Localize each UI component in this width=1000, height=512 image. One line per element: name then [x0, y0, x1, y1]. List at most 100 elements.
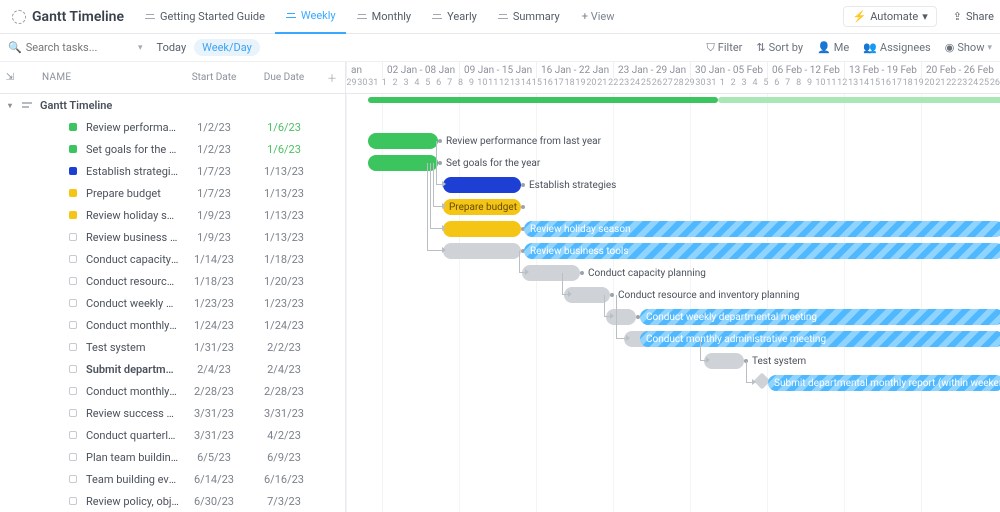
filter-button[interactable]: ⛉ Filter	[707, 41, 743, 55]
week-cell: 16 Jan - 22 Jan	[536, 62, 613, 78]
day-cell: 30	[357, 78, 368, 94]
col-start[interactable]: Start Date	[179, 72, 249, 83]
day-cell: 19	[575, 78, 586, 94]
task-row[interactable]: Conduct weekly departmental me...1/23/23…	[0, 292, 345, 314]
add-view-button[interactable]: + View	[570, 10, 627, 23]
share-button[interactable]: ⇪ Share	[947, 10, 1000, 23]
gantt-bar[interactable]: Submit departmental monthly report (with…	[768, 375, 1000, 391]
day-cell: 12	[499, 78, 510, 94]
col-name[interactable]: NAME	[20, 72, 179, 83]
task-name: Conduct quarterly performance m...	[80, 429, 179, 442]
week-cell: 09 Jan - 15 Jan	[459, 62, 536, 78]
task-row[interactable]: ▾ Gantt Timeline	[0, 94, 345, 116]
gantt-bar[interactable]: Review holiday season	[524, 221, 1000, 237]
task-row[interactable]: Conduct resource and inventory pl...1/18…	[0, 270, 345, 292]
task-row[interactable]: Review success metrics3/31/233/31/23	[0, 402, 345, 424]
day-cell: 25	[979, 78, 990, 94]
task-row[interactable]: Review holiday season1/9/231/13/23	[0, 204, 345, 226]
task-row[interactable]: Prepare budget1/7/231/13/23	[0, 182, 345, 204]
day-cell: 18	[564, 78, 575, 94]
assignees-label: Assignees	[880, 41, 931, 54]
today-button[interactable]: Today	[157, 41, 187, 54]
gantt-bar[interactable]	[443, 243, 521, 259]
task-name: Set goals for the year	[80, 143, 179, 156]
automate-label: Automate	[870, 10, 918, 23]
day-cell: 6	[433, 78, 444, 94]
weekday-toggle[interactable]: Week/Day	[194, 39, 260, 56]
chevron-down-icon[interactable]: ▾	[138, 43, 143, 53]
page-title: Gantt Timeline	[32, 9, 124, 25]
add-column-button[interactable]: ＋	[319, 70, 345, 85]
status-icon	[66, 123, 80, 131]
gantt-chart[interactable]: an02 Jan - 08 Jan09 Jan - 15 Jan16 Jan -…	[346, 62, 1000, 512]
task-name: Review success metrics	[80, 407, 179, 420]
gantt-bar-label: Review performance from last year	[446, 133, 601, 149]
task-row[interactable]: Review performance from last year1/2/231…	[0, 116, 345, 138]
task-row[interactable]: Conduct monthly administrative m...1/24/…	[0, 314, 345, 336]
task-row[interactable]: Set goals for the year1/2/231/6/23	[0, 138, 345, 160]
day-cell: 1	[379, 78, 390, 94]
tab-weekly[interactable]: Weekly	[275, 0, 346, 34]
me-button[interactable]: 👤 Me	[817, 41, 849, 54]
task-row[interactable]: Plan team building event6/5/236/9/23	[0, 446, 345, 468]
tab-summary[interactable]: Summary	[487, 0, 570, 34]
dependency-line	[519, 251, 525, 273]
tab-getting-started[interactable]: Getting Started Guide	[134, 0, 275, 34]
due-date: 1/6/23	[249, 143, 319, 156]
status-icon	[66, 321, 80, 329]
expand-all-icon[interactable]: ⇲	[0, 72, 20, 83]
start-date: 2/28/23	[179, 385, 249, 398]
task-row[interactable]: Test system1/31/232/2/23	[0, 336, 345, 358]
task-row[interactable]: Conduct quarterly performance m...3/31/2…	[0, 424, 345, 446]
task-row[interactable]: Conduct monthly departmental m...2/28/23…	[0, 380, 345, 402]
search-input[interactable]	[26, 41, 126, 54]
day-cell: 30	[695, 78, 706, 94]
col-due[interactable]: Due Date	[249, 72, 319, 83]
task-row[interactable]: Team building event6/14/236/16/23	[0, 468, 345, 490]
day-cell: 1	[717, 78, 728, 94]
task-name: Review policy, objectives, and busi...	[80, 495, 179, 508]
gantt-bar[interactable]	[522, 265, 580, 281]
task-row[interactable]: Submit departmental monthly re...2/4/232…	[0, 358, 345, 380]
summary-bar[interactable]	[718, 97, 1000, 103]
filter-label: Filter	[718, 41, 743, 54]
due-date: 2/2/23	[249, 341, 319, 354]
week-cell: 20 Feb - 26 Feb	[921, 62, 998, 78]
day-cell: 12	[837, 78, 848, 94]
summary-bar[interactable]	[368, 97, 718, 103]
gantt-bar-label: Set goals for the year	[446, 155, 540, 171]
tab-label: Yearly	[447, 10, 477, 23]
day-cell: 22	[946, 78, 957, 94]
gantt-bar[interactable]: Prepare budget	[443, 199, 521, 215]
sort-button[interactable]: ⇅ Sort by	[756, 41, 803, 54]
add-view-label: + View	[582, 10, 615, 23]
status-icon	[66, 211, 80, 219]
gantt-bar[interactable]: Conduct monthly administrative meeting	[640, 331, 1000, 347]
gantt-bar[interactable]	[368, 133, 438, 149]
task-row[interactable]: Review business tools1/9/231/13/23	[0, 226, 345, 248]
task-row[interactable]: Conduct capacity planning1/14/231/18/23	[0, 248, 345, 270]
dependency-line	[427, 163, 442, 251]
gantt-bar[interactable]	[443, 221, 521, 237]
start-date: 1/23/23	[179, 297, 249, 310]
gantt-bar[interactable]	[443, 177, 521, 193]
start-date: 3/31/23	[179, 429, 249, 442]
search-box[interactable]: 🔍	[8, 41, 138, 54]
tab-yearly[interactable]: Yearly	[421, 0, 487, 34]
assignees-button[interactable]: 👥 Assignees	[863, 41, 931, 54]
start-date: 6/14/23	[179, 473, 249, 486]
status-icon	[66, 497, 80, 505]
task-name: Review holiday season	[80, 209, 179, 222]
tab-monthly[interactable]: Monthly	[346, 0, 422, 34]
show-button[interactable]: ◉ Show ▾	[945, 41, 992, 54]
gantt-bar[interactable]: Conduct weekly departmental meeting	[640, 309, 1000, 325]
gantt-bar[interactable]: Review business tools	[524, 243, 1000, 259]
gantt-bar-label: Establish strategies	[529, 177, 616, 193]
expand-icon[interactable]: ▾	[0, 101, 20, 110]
task-row[interactable]: Review policy, objectives, and busi...6/…	[0, 490, 345, 512]
task-name: Gantt Timeline	[34, 99, 179, 112]
automate-button[interactable]: ⚡ Automate ▾	[843, 6, 936, 27]
day-cell: 2	[728, 78, 739, 94]
task-row[interactable]: Establish strategies1/7/231/13/23	[0, 160, 345, 182]
gantt-bar[interactable]	[704, 353, 744, 369]
